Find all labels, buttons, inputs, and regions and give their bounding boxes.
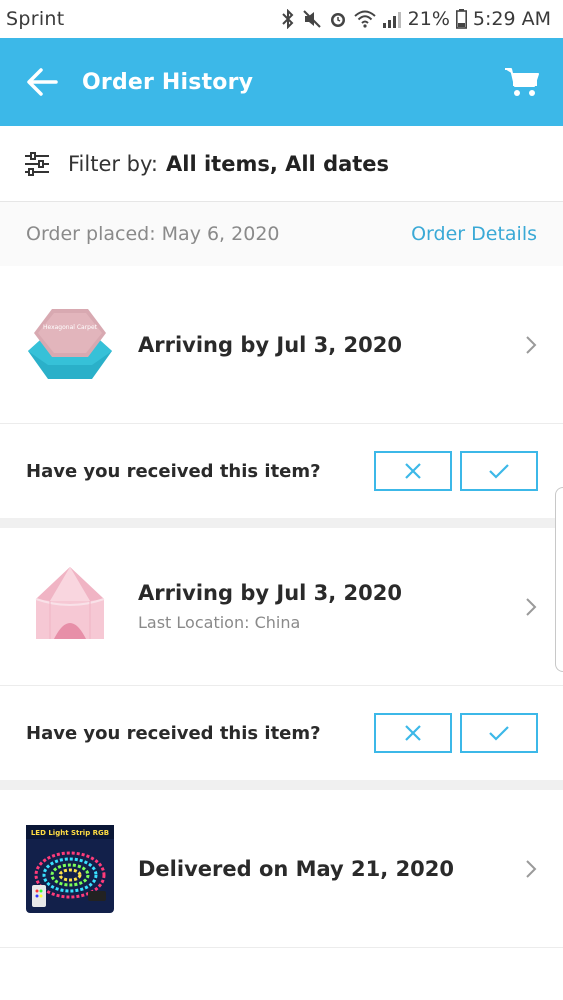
received-question: Have you received this item? bbox=[26, 722, 321, 744]
close-icon bbox=[405, 463, 421, 479]
carpet-label: Hexagonal Carpet bbox=[43, 324, 98, 331]
battery-icon bbox=[455, 9, 467, 29]
cart-icon bbox=[505, 68, 539, 96]
received-question: Have you received this item? bbox=[26, 460, 321, 482]
sliders-icon bbox=[25, 151, 49, 176]
led-label: LED Light Strip RGB bbox=[31, 829, 109, 837]
order-placed-date: Order placed: May 6, 2020 bbox=[26, 223, 280, 245]
pink-tent-image bbox=[35, 566, 105, 639]
received-button[interactable] bbox=[460, 451, 538, 491]
item-info: Arriving by Jul 3, 2020 bbox=[138, 333, 523, 357]
page-title: Order History bbox=[82, 69, 254, 95]
check-icon bbox=[489, 726, 509, 741]
filter-label: Filter by: bbox=[68, 151, 158, 176]
scroll-indicator[interactable] bbox=[555, 487, 563, 672]
chevron-right-icon bbox=[526, 335, 537, 354]
received-button[interactable] bbox=[460, 713, 538, 753]
order-header: Order placed: May 6, 2020 Order Details bbox=[0, 202, 563, 266]
item-info: Delivered on May 21, 2020 bbox=[138, 857, 523, 881]
signal-icon bbox=[382, 12, 401, 28]
led-strip-image: LED Light Strip RGB bbox=[26, 824, 114, 913]
filter-row[interactable]: Filter by: All items, All dates bbox=[0, 126, 563, 202]
hexagonal-carpet-image: Hexagonal Carpet bbox=[28, 308, 112, 379]
clock: 5:29 AM bbox=[472, 8, 551, 30]
close-icon bbox=[405, 725, 421, 741]
battery-percent: 21% bbox=[407, 8, 450, 30]
arrow-left-icon bbox=[27, 68, 58, 96]
back-button[interactable] bbox=[24, 64, 60, 100]
received-prompt: Have you received this item? bbox=[0, 424, 563, 518]
cart-button[interactable] bbox=[503, 63, 541, 101]
section-divider bbox=[0, 518, 563, 528]
check-icon bbox=[489, 464, 509, 479]
product-thumbnail: Hexagonal Carpet bbox=[24, 299, 116, 391]
item-status: Delivered on May 21, 2020 bbox=[138, 856, 455, 881]
status-bar: Sprint 21% 5:29 AM bbox=[0, 0, 563, 38]
order-item[interactable]: Hexagonal Carpet Arriving by Jul 3, 2020 bbox=[0, 266, 563, 424]
not-received-button[interactable] bbox=[374, 713, 452, 753]
item-last-location: Last Location: China bbox=[138, 613, 301, 632]
not-received-button[interactable] bbox=[374, 451, 452, 491]
chevron-right-icon bbox=[526, 859, 537, 878]
carrier-label: Sprint bbox=[6, 8, 65, 30]
item-status: Arriving by Jul 3, 2020 bbox=[138, 332, 402, 357]
mute-icon bbox=[302, 10, 321, 28]
chevron-right-icon bbox=[526, 597, 537, 616]
order-item[interactable]: LED Light Strip RGB Delivered on May 21,… bbox=[0, 790, 563, 948]
received-buttons bbox=[374, 713, 538, 753]
product-thumbnail: LED Light Strip RGB bbox=[24, 823, 116, 915]
product-thumbnail bbox=[24, 561, 116, 653]
app-bar: Order History bbox=[0, 38, 563, 126]
order-item[interactable]: Arriving by Jul 3, 2020 Last Location: C… bbox=[0, 528, 563, 686]
item-info: Arriving by Jul 3, 2020 Last Location: C… bbox=[138, 581, 523, 632]
item-status: Arriving by Jul 3, 2020 bbox=[138, 581, 402, 605]
bluetooth-icon bbox=[281, 9, 294, 29]
section-divider bbox=[0, 780, 563, 790]
alarm-icon bbox=[330, 13, 345, 27]
received-prompt: Have you received this item? bbox=[0, 686, 563, 780]
order-details-link[interactable]: Order Details bbox=[411, 223, 537, 245]
received-buttons bbox=[374, 451, 538, 491]
filter-value: All items, All dates bbox=[166, 151, 390, 176]
wifi-icon bbox=[353, 10, 376, 28]
status-icons: 21% 5:29 AM bbox=[280, 8, 551, 30]
